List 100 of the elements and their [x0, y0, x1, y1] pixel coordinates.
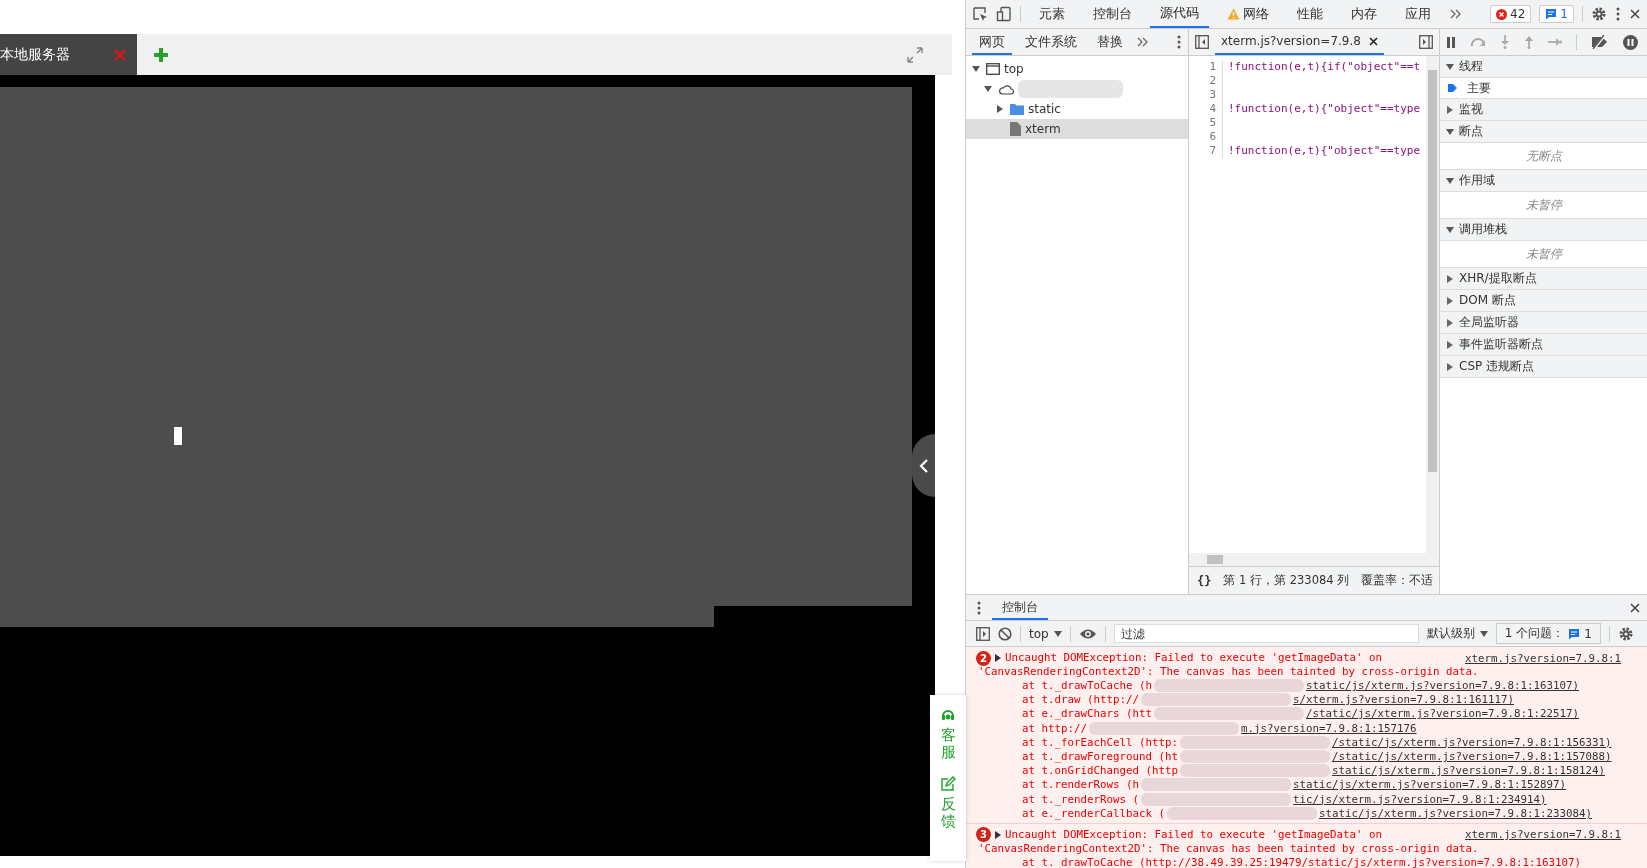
context-dropdown[interactable]: top	[1029, 626, 1062, 641]
close-icon[interactable]	[1629, 601, 1641, 614]
section-header[interactable]: 事件监听器断点	[1440, 334, 1647, 356]
stack-link[interactable]: s/xterm.js?version=7.9.8:1:161117)	[1293, 693, 1515, 708]
panel-tab[interactable]: 内存	[1341, 0, 1387, 28]
settings-icon[interactable]	[1617, 625, 1634, 642]
pause-icon[interactable]	[1446, 36, 1456, 48]
panel-tab[interactable]: 性能	[1287, 0, 1333, 28]
stack-frame-text: at t._drawToCache (h	[1022, 679, 1152, 694]
more-options-icon[interactable]	[1615, 6, 1621, 22]
source-link[interactable]: xterm.js?version=7.9.8:1	[1465, 651, 1621, 665]
chevron-left-icon	[918, 457, 929, 474]
caret-right-icon	[1446, 274, 1454, 283]
navigator-tab[interactable]: 替换	[1090, 29, 1130, 55]
pretty-print-button[interactable]: {}	[1197, 573, 1212, 588]
tree-item[interactable]: xterm	[966, 119, 1188, 139]
line-number: 4	[1189, 102, 1223, 116]
code-line: !function(e,t){if("object"==t	[1227, 60, 1421, 74]
line-number: 2	[1189, 74, 1223, 88]
scrollbar[interactable]	[1426, 56, 1439, 553]
message-icon	[1545, 8, 1558, 20]
stack-link[interactable]: static/js/xterm.js?version=7.9.8:1:163107)	[1306, 679, 1580, 694]
toggle-navigator-icon[interactable]	[1195, 35, 1209, 49]
panel-tab[interactable]: 控制台	[1083, 0, 1142, 28]
section-header[interactable]: 监视	[1440, 99, 1647, 121]
add-icon[interactable]	[153, 46, 169, 63]
stack-link[interactable]: tic/js/xterm.js?version=7.9.8:1:234914)	[1293, 792, 1547, 807]
more-tabs-icon[interactable]	[1136, 35, 1149, 49]
panel-tab[interactable]: 元素	[1029, 0, 1075, 28]
stack-link[interactable]: /static/js/xterm.js?version=7.9.8:1:22517)	[1306, 707, 1580, 722]
panel-tab[interactable]: 应用	[1395, 0, 1441, 28]
inspect-icon[interactable]	[972, 6, 988, 22]
caret-right-icon	[1446, 296, 1454, 305]
expand-icon[interactable]	[906, 45, 924, 64]
section-header[interactable]: CSP 违规断点	[1440, 356, 1647, 378]
section-header[interactable]: 断点	[1440, 121, 1647, 143]
close-icon[interactable]	[1368, 36, 1378, 46]
issue-count-badge[interactable]: 1	[1539, 5, 1574, 23]
pause-exceptions-icon[interactable]	[1623, 34, 1638, 50]
stack-link[interactable]: /static/js/xterm.js?version=7.9.8:1:156331)	[1332, 735, 1612, 750]
stack-frame-text: at t.onGridChanged (http	[1022, 764, 1178, 779]
scrollbar[interactable]	[1189, 553, 1439, 566]
stack-link[interactable]: m.js?version=7.9.8:1:157176	[1241, 721, 1417, 736]
caret-right-icon[interactable]	[995, 830, 1001, 839]
stack-link[interactable]: static/js/xterm.js?version=7.9.8:1:233084)	[1319, 806, 1593, 821]
level-dropdown[interactable]: 默认级别	[1426, 625, 1488, 642]
code-line: !function(e,t){"object"==type	[1227, 102, 1421, 116]
folder-icon	[1010, 103, 1024, 115]
section-header[interactable]: 全局监听器	[1440, 312, 1647, 334]
cursor-position: 第 1 行，第 233084 列	[1223, 573, 1350, 588]
more-options-icon[interactable]	[1176, 34, 1182, 50]
stack-frame-text: at http://	[1022, 721, 1087, 736]
section-header[interactable]: 作用域	[1440, 170, 1647, 192]
stack-link[interactable]: /static/js/xterm.js?version=7.9.8:1:157088)	[1332, 749, 1612, 765]
stack-link[interactable]: static/js/xterm.js?version=7.9.8:1:158124)	[1332, 764, 1606, 779]
navigator-tab[interactable]: 网页	[972, 29, 1012, 55]
filter-field[interactable]: 过滤	[1113, 624, 1419, 643]
coverage-text: 覆盖率：不适	[1361, 573, 1434, 588]
settings-icon[interactable]	[1591, 6, 1607, 22]
tree-item[interactable]: top	[966, 59, 1188, 79]
file-tab[interactable]: xterm.js?version=7.9.8	[1215, 29, 1384, 55]
section-header[interactable]: XHR/提取断点	[1440, 268, 1647, 290]
headset-icon	[940, 707, 956, 723]
error-count-badge[interactable]: 42	[1490, 5, 1532, 23]
deactivate-breakpoints-icon[interactable]	[1591, 35, 1609, 49]
server-tab[interactable]: 本地服务器	[0, 34, 137, 75]
error-text: Uncaught DOMException: Failed to execute 'getImageData' on	[1005, 827, 1383, 842]
issues-button[interactable]: 1 个问题： 1	[1495, 623, 1601, 644]
section-header[interactable]: DOM 断点	[1440, 290, 1647, 312]
section-header[interactable]: 调用堆栈	[1440, 219, 1647, 241]
close-icon[interactable]	[1629, 8, 1641, 20]
more-options-icon[interactable]	[976, 599, 982, 616]
error-icon	[1496, 8, 1508, 20]
source-link[interactable]: xterm.js?version=7.9.8:1	[1465, 828, 1621, 842]
toggle-sidebar-icon[interactable]	[1419, 35, 1433, 49]
stack-frame-text: at t._drawForeground (ht	[1022, 749, 1178, 765]
stack-link[interactable]: static/js/xterm.js?version=7.9.8:1:152897)	[1293, 778, 1567, 793]
caret-right-icon[interactable]	[996, 105, 1004, 113]
tree-item[interactable]: static	[966, 99, 1188, 119]
clear-icon[interactable]	[998, 626, 1012, 641]
caret-right-icon	[1446, 318, 1454, 327]
caret-down-icon[interactable]	[972, 65, 980, 73]
caret-down-icon	[1446, 62, 1454, 71]
file-icon	[1010, 122, 1021, 136]
cloud-icon	[998, 83, 1014, 95]
more-tabs-icon[interactable]	[1449, 7, 1462, 21]
sidebar-icon[interactable]	[976, 626, 990, 641]
current-arrow-icon	[1448, 83, 1457, 93]
stack-frame-text: at t.draw (http://	[1022, 693, 1139, 708]
section-header[interactable]: 线程	[1440, 56, 1647, 78]
panel-tab[interactable]: 网络	[1217, 0, 1279, 28]
caret-right-icon[interactable]	[995, 654, 1001, 662]
error-text: Uncaught DOMException: Failed to execute 'getImageData' on	[1005, 651, 1383, 665]
caret-down-icon	[1446, 176, 1454, 185]
navigator-tab[interactable]: 文件系统	[1018, 29, 1084, 55]
caret-right-icon	[1446, 105, 1454, 114]
device-icon[interactable]	[996, 6, 1012, 22]
caret-down-icon[interactable]	[984, 85, 992, 93]
caret-down-icon	[1053, 630, 1062, 637]
eye-icon[interactable]	[1078, 627, 1097, 640]
